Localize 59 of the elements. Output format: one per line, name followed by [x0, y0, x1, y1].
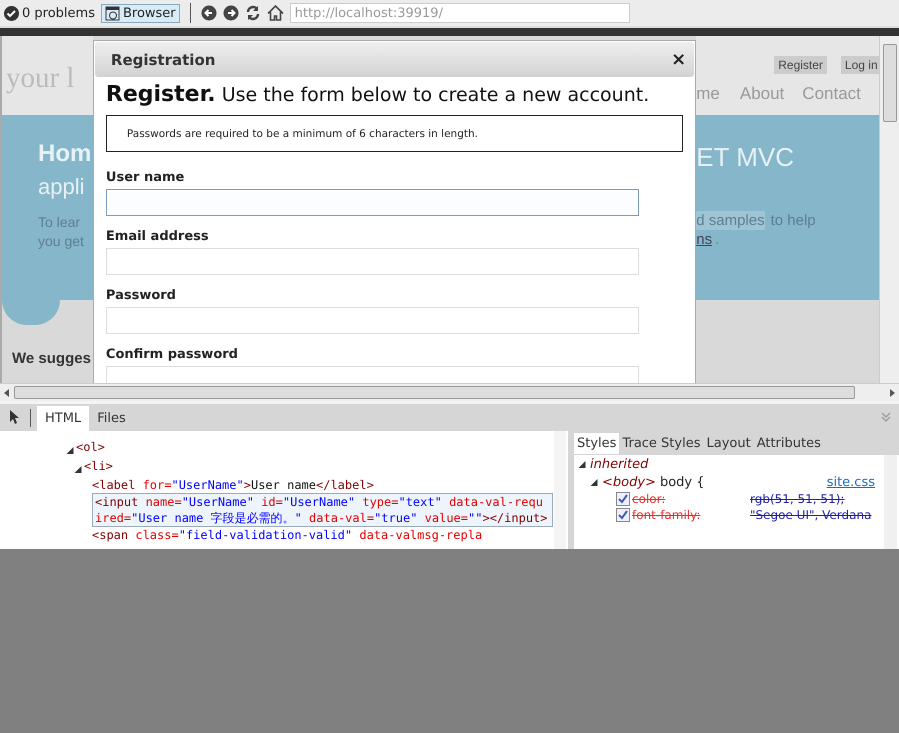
styles-tab[interactable]: Attributes [754, 432, 824, 454]
source-link[interactable]: site.css [826, 475, 875, 490]
hero-text: To lear [38, 213, 82, 232]
browser-window-icon [104, 6, 120, 20]
vertical-scrollbar[interactable] [879, 36, 899, 383]
hero-title: ET MVC [696, 141, 795, 173]
dialog-title: Registration [110, 50, 216, 68]
password-note: Passwords are required to be a minimum of 6 characters in length. [106, 115, 684, 152]
input-field[interactable] [106, 189, 639, 216]
hero-title: Hom [38, 139, 92, 169]
vertical-scrollbar[interactable] [554, 431, 566, 549]
forward-icon[interactable] [222, 5, 239, 21]
code-line[interactable]: <span class="field-validation-valid" data-valmsg-repla [92, 527, 552, 543]
intro-text: Register. Use the form below to create a new account. [106, 82, 650, 107]
header-link[interactable]: Log in [840, 56, 880, 74]
section-heading: We sugges [11, 349, 92, 367]
hero-text: . [715, 230, 720, 249]
scroll-left-icon[interactable] [4, 388, 10, 396]
back-icon[interactable] [200, 5, 217, 21]
check-circle-icon [4, 6, 19, 20]
field-label: Confirm password [106, 347, 239, 362]
hero-text: you get [38, 232, 85, 251]
checkbox[interactable] [616, 492, 630, 506]
section-title: inherited [590, 457, 648, 472]
scroll-right-icon[interactable] [889, 388, 895, 396]
property-name: color: [632, 492, 666, 506]
rule-element: <body> [602, 475, 656, 490]
devtools-tab[interactable]: HTML [37, 406, 90, 431]
styles-tab[interactable]: Styles [574, 432, 620, 454]
checkbox[interactable] [616, 508, 630, 522]
code-line[interactable]: <ol> [76, 439, 536, 455]
code-line[interactable]: <label for="UserName">User name</label> [92, 477, 552, 493]
problems-count: 0 problems [22, 6, 95, 20]
rule-selector: body { [660, 475, 706, 490]
vertical-scrollbar[interactable] [884, 455, 897, 549]
hero-subtitle: appli [38, 173, 86, 201]
property-value: "Segoe UI", Verdana [750, 508, 872, 522]
property-value: rgb(51, 51, 51); [750, 492, 844, 506]
horizontal-scrollbar[interactable] [0, 383, 899, 401]
highlighted-text: d samples [696, 211, 765, 230]
expanded-triangle-icon[interactable] [578, 461, 586, 468]
code-line[interactable]: <li> [84, 458, 544, 474]
property-name: font-family: [632, 508, 702, 522]
field-label: Password [106, 288, 177, 303]
field-label: Email address [106, 229, 210, 244]
refresh-icon[interactable] [244, 5, 261, 21]
styles-tab[interactable]: Trace Styles [619, 432, 704, 454]
close-button[interactable]: × [671, 49, 686, 70]
header-link[interactable]: Register [774, 56, 827, 74]
expanded-triangle-icon[interactable] [590, 479, 598, 486]
hero-text: to help [770, 211, 816, 230]
home-icon[interactable] [266, 5, 284, 21]
expanded-triangle-icon[interactable] [74, 466, 82, 473]
devtools-tab[interactable]: Files [89, 406, 134, 431]
expanded-triangle-icon[interactable] [66, 447, 74, 454]
hero-link[interactable]: ns [696, 230, 712, 249]
browser-button[interactable]: Browser [100, 4, 180, 22]
field-label: User name [106, 170, 186, 185]
styles-tab[interactable]: Layout [703, 432, 754, 454]
